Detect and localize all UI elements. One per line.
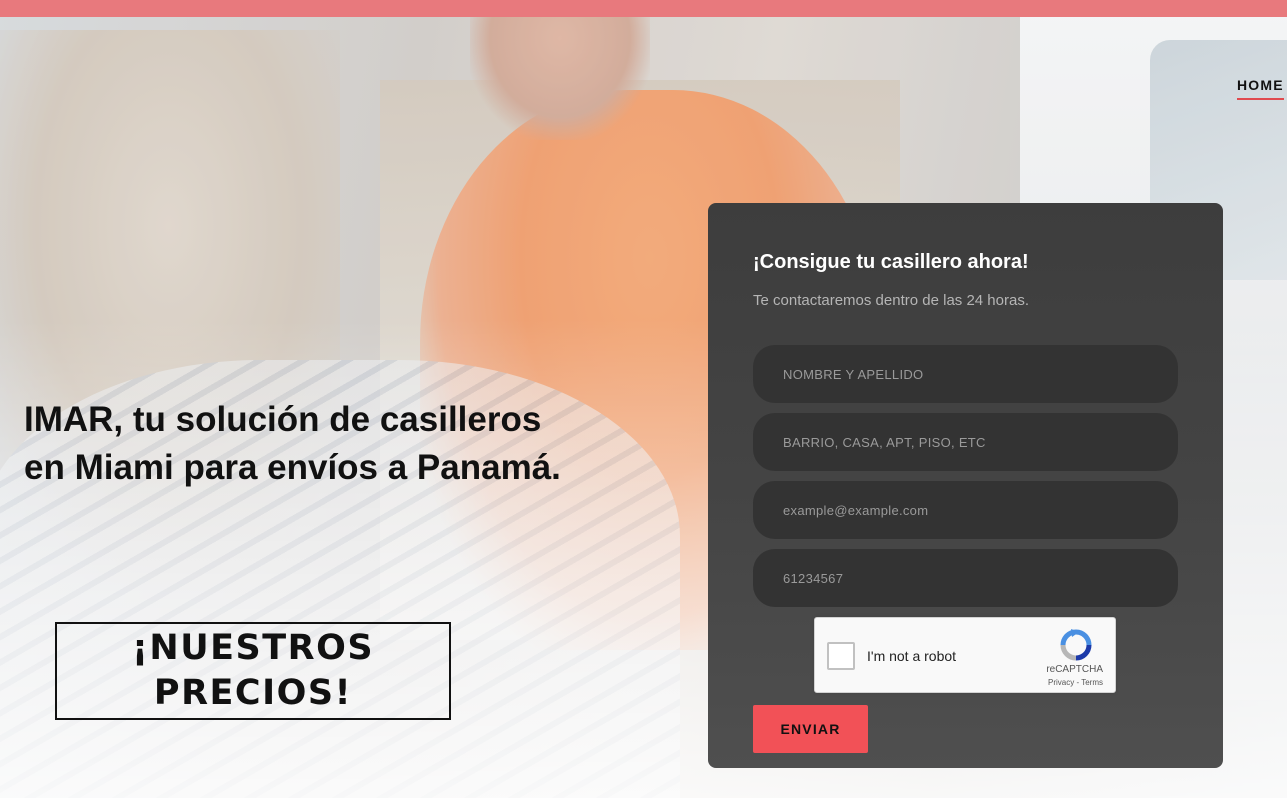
name-field[interactable] (753, 345, 1178, 403)
submit-button[interactable]: ENVIAR (753, 705, 868, 753)
nav-home-link[interactable]: HOME (1237, 77, 1284, 100)
recaptcha-widget: I'm not a robot reCAPTCHA Privacy - Term… (814, 617, 1116, 693)
form-subtitle: Te contactaremos dentro de las 24 horas. (753, 292, 1029, 309)
hero-headline: IMAR, tu solución de casilleros en Miami… (24, 400, 561, 487)
prices-button[interactable]: ¡NUESTROS PRECIOS! (55, 622, 451, 720)
recaptcha-icon (1060, 629, 1092, 661)
top-header-strip (0, 0, 1287, 17)
recaptcha-brand: reCAPTCHA (1046, 664, 1103, 675)
signup-form-panel: ¡Consigue tu casillero ahora! Te contact… (708, 203, 1223, 768)
form-title: ¡Consigue tu casillero ahora! (753, 251, 1029, 273)
email-field[interactable] (753, 481, 1178, 539)
phone-field[interactable] (753, 549, 1178, 607)
recaptcha-links[interactable]: Privacy - Terms (815, 678, 1115, 687)
recaptcha-label: I'm not a robot (867, 648, 957, 664)
address-field[interactable] (753, 413, 1178, 471)
prices-button-label: ¡NUESTROS PRECIOS! (131, 628, 375, 713)
